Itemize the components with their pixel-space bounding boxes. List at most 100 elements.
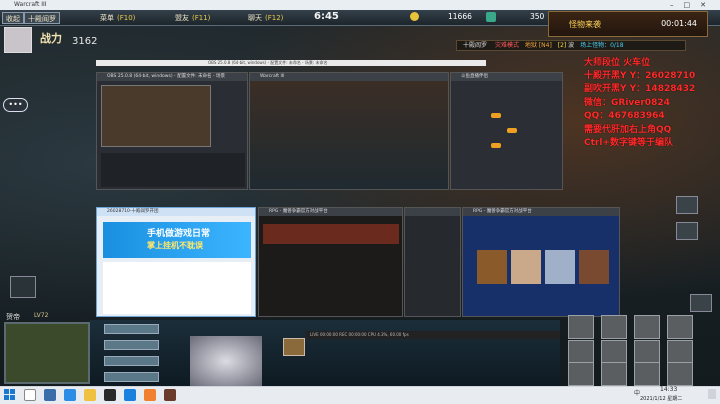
quest-wave: [2] bbox=[557, 42, 567, 49]
wave-timer-panel: 怪物来袭 00:01:44 bbox=[548, 11, 708, 37]
maximize-icon[interactable]: □ bbox=[684, 1, 701, 9]
more-dots-icon: ••• bbox=[8, 100, 23, 109]
hud-button[interactable] bbox=[104, 356, 159, 366]
game-preview bbox=[250, 81, 448, 189]
task-view-icon[interactable] bbox=[44, 389, 56, 401]
map-name-button[interactable]: 十殿阎罗 bbox=[24, 12, 60, 24]
obs-icon[interactable] bbox=[104, 389, 116, 401]
minimap[interactable] bbox=[4, 322, 90, 384]
item-card bbox=[477, 250, 507, 284]
thumb-obs-title: OBS 25.0.8 (64-bit, windows) - 配置文件: 未命名… bbox=[97, 73, 247, 81]
quest-n: [N4] bbox=[538, 42, 552, 49]
overlay-line-3: 副吹开黑Y Y：14828432 bbox=[584, 84, 696, 94]
chat-label: 聊天 bbox=[248, 14, 262, 22]
banner-line1: 手机做游戏日常 bbox=[147, 229, 211, 239]
chat-bubble-button[interactable]: ••• bbox=[3, 98, 28, 112]
item-slot-icon[interactable] bbox=[283, 338, 305, 356]
windows-start-icon[interactable] bbox=[4, 389, 16, 401]
quest-mode: 灾难模式 bbox=[494, 42, 519, 49]
skill-slot[interactable] bbox=[667, 340, 693, 364]
thumbnail-obs[interactable]: OBS 25.0.8 (64-bit, windows) - 配置文件: 未命名… bbox=[96, 72, 248, 190]
skill-slot[interactable] bbox=[601, 340, 627, 364]
toggle-icon bbox=[491, 143, 501, 148]
hud-button[interactable] bbox=[104, 324, 159, 334]
thumb-rpg2-title bbox=[405, 208, 460, 216]
chat-button[interactable]: 聊天 (F12) bbox=[248, 12, 283, 24]
timer-title: 怪物来袭 bbox=[569, 20, 601, 29]
close-icon[interactable]: ✕ bbox=[700, 1, 716, 9]
timer-time: 00:01:44 bbox=[661, 19, 697, 28]
quest-difficulty: 地狱 bbox=[524, 42, 537, 49]
warcraft-icon[interactable] bbox=[164, 389, 176, 401]
unit-portrait bbox=[190, 336, 262, 386]
skill-slot[interactable] bbox=[667, 315, 693, 339]
skill-slot[interactable] bbox=[568, 315, 594, 339]
thumbnail-rpg-platform-3[interactable]: RPG - 魔兽争霸官方对战平台 bbox=[462, 207, 620, 317]
overlay-line-1: 大师段位 火车位 bbox=[584, 58, 651, 68]
window-controls[interactable]: –□✕ bbox=[670, 0, 716, 10]
banner-line2: 掌上挂机不耽误 bbox=[147, 241, 203, 250]
hero-portrait[interactable] bbox=[4, 27, 32, 53]
chat-hotkey: (F12) bbox=[265, 14, 284, 22]
overlay-line-6: 需要代肝加右上角QQ bbox=[584, 125, 672, 135]
qq-banner: 手机做游戏日常 掌上挂机不耽误 bbox=[103, 222, 251, 258]
menu-button[interactable]: 菜单 (F10) bbox=[100, 12, 135, 24]
thumbnail-live-tool[interactable]: 斗鱼直播伴侣 bbox=[450, 72, 563, 190]
qq-chat-list bbox=[103, 262, 251, 314]
taskbar-date[interactable]: 2021/1/12 星期二 bbox=[640, 395, 682, 402]
power-value: 3162 bbox=[72, 36, 98, 47]
collapse-button[interactable]: 收起 bbox=[2, 12, 24, 24]
quest-name: 十殿阎罗 bbox=[463, 42, 488, 49]
skill-slot[interactable] bbox=[601, 315, 627, 339]
menu-hotkey: (F10) bbox=[117, 14, 136, 22]
notification-icon[interactable] bbox=[708, 389, 716, 399]
douyu-icon[interactable] bbox=[144, 389, 156, 401]
thumbnail-rpg-platform-2[interactable] bbox=[404, 207, 461, 317]
lumber-icon bbox=[486, 12, 496, 22]
side-skill-icon[interactable] bbox=[676, 222, 698, 240]
skill-slot[interactable] bbox=[634, 315, 660, 339]
skill-slot[interactable] bbox=[568, 362, 594, 386]
obs-preview bbox=[101, 85, 211, 147]
overlay-line-7: Ctrl+数字键等于编队 bbox=[584, 138, 673, 148]
skill-slot[interactable] bbox=[634, 340, 660, 364]
thumbnail-warcraft[interactable]: Warcraft III bbox=[249, 72, 449, 190]
skill-slot[interactable] bbox=[568, 340, 594, 364]
side-skill-icon[interactable] bbox=[690, 294, 712, 312]
thumb-game-title: Warcraft III bbox=[250, 73, 448, 81]
rpg1-header bbox=[263, 224, 399, 244]
side-skill-icon[interactable] bbox=[676, 196, 698, 214]
skill-slot[interactable] bbox=[667, 362, 693, 386]
qq-icon[interactable] bbox=[124, 389, 136, 401]
edge-icon[interactable] bbox=[64, 389, 76, 401]
file-explorer-icon[interactable] bbox=[84, 389, 96, 401]
thumbnail-rpg-platform-1[interactable]: RPG - 魔兽争霸官方对战平台 bbox=[258, 207, 403, 317]
item-card bbox=[579, 250, 609, 284]
overlay-line-4: 微信：GRiver0824 bbox=[584, 98, 670, 108]
hero-mini-portrait[interactable] bbox=[10, 276, 36, 298]
taskbar-time[interactable]: 14:33 bbox=[660, 386, 677, 393]
skill-slot[interactable] bbox=[601, 362, 627, 386]
skill-slot[interactable] bbox=[634, 362, 660, 386]
thumb-rpg1-title: RPG - 魔兽争霸官方对战平台 bbox=[259, 208, 402, 216]
thumbnail-qq-group[interactable]: 26028710-十殿阎罗开团 手机做游戏日常 掌上挂机不耽误 bbox=[96, 207, 256, 317]
menu-label: 菜单 bbox=[100, 14, 114, 22]
toggle-icon bbox=[491, 113, 501, 118]
thumb-rpg3-title: RPG - 魔兽争霸官方对战平台 bbox=[463, 208, 619, 216]
allies-button[interactable]: 盟友 (F11) bbox=[175, 12, 210, 24]
power-label: 战力 bbox=[40, 32, 62, 45]
thumb-qq-title: 26028710-十殿阎罗开团 bbox=[97, 208, 255, 216]
toggle-icon bbox=[507, 128, 517, 133]
obs-status-bar: LIVE 00:00:00 REC 00:00:00 CPU 4.3%, 60.… bbox=[306, 331, 560, 339]
item-card bbox=[545, 250, 575, 284]
desktop: Warcraft III –□✕ 收起 十殿阎罗 菜单 (F10) 盟友 (F11)… bbox=[0, 0, 720, 404]
game-clock: 6:45 bbox=[314, 11, 339, 22]
hud-button[interactable] bbox=[104, 372, 159, 382]
hud-button[interactable] bbox=[104, 340, 159, 350]
minimize-icon[interactable]: – bbox=[670, 1, 684, 9]
item-card bbox=[511, 250, 541, 284]
allies-label: 盟友 bbox=[175, 14, 189, 22]
lumber-count: 350 bbox=[530, 12, 545, 21]
obs-title: OBS 25.0.8 (64-bit, windows) - 配置文件: 未命名… bbox=[208, 60, 328, 65]
search-icon[interactable] bbox=[24, 389, 36, 401]
